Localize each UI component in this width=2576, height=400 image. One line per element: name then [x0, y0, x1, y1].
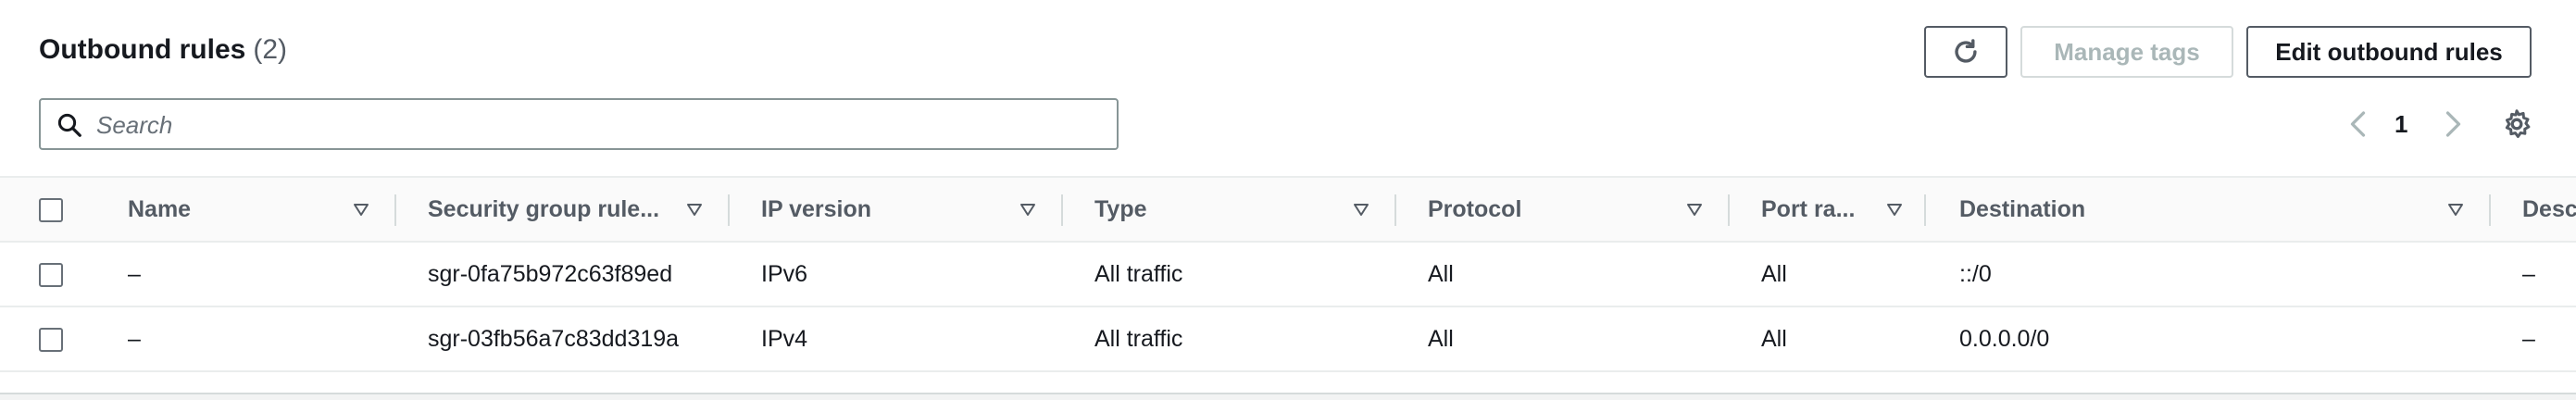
table-row[interactable]: – sgr-0fa75b972c63f89ed IPv6 All traffic… [0, 243, 2576, 307]
panel-title-text: Outbound rules [39, 34, 246, 65]
rules-count: (2) [253, 34, 287, 65]
sort-triangle-icon[interactable] [352, 200, 370, 219]
cell-port-range: All [1761, 325, 1787, 352]
column-header-name[interactable]: Name [128, 178, 341, 241]
column-header-description[interactable]: Desc [2522, 178, 2576, 241]
sort-triangle-icon[interactable] [1685, 200, 1704, 219]
column-header-security-group-rule[interactable]: Security group rule... [428, 178, 659, 241]
column-header-port-range[interactable]: Port ra... [1761, 178, 1872, 241]
column-header-protocol[interactable]: Protocol [1428, 178, 1659, 241]
column-divider[interactable] [1394, 194, 1396, 226]
cell-ip-version: IPv4 [761, 325, 808, 352]
page-number[interactable]: 1 [2395, 109, 2407, 139]
search-input[interactable] [94, 107, 1107, 143]
table-row[interactable]: – sgr-03fb56a7c83dd319a IPv4 All traffic… [0, 307, 2576, 372]
cell-destination: 0.0.0.0/0 [1959, 325, 2050, 352]
column-header-ip-version[interactable]: IP version [761, 178, 993, 241]
column-header-type[interactable]: Type [1094, 178, 1326, 241]
cell-name: – [128, 325, 141, 352]
table-header: Name Security group rule... IP version T… [0, 176, 2576, 243]
manage-tags-button[interactable]: Manage tags [2020, 26, 2233, 78]
search-icon [57, 113, 81, 137]
cell-description: – [2522, 260, 2535, 287]
column-header-destination[interactable]: Destination [1959, 178, 2330, 241]
cell-protocol: All [1428, 325, 1454, 352]
column-divider[interactable] [2489, 194, 2491, 226]
sort-triangle-icon[interactable] [1885, 200, 1904, 219]
column-divider[interactable] [1924, 194, 1926, 226]
search-box[interactable] [39, 98, 1119, 150]
column-divider[interactable] [728, 194, 730, 226]
outbound-rules-table: Name Security group rule... IP version T… [0, 176, 2576, 372]
refresh-icon [1955, 39, 1977, 63]
cell-type: All traffic [1094, 325, 1183, 352]
cell-description: – [2522, 325, 2535, 352]
edit-outbound-rules-button[interactable]: Edit outbound rules [2246, 26, 2532, 78]
sort-triangle-icon[interactable] [1352, 200, 1370, 219]
select-all-checkbox[interactable] [39, 198, 63, 222]
gear-icon[interactable] [2500, 107, 2533, 141]
sort-triangle-icon[interactable] [1019, 200, 1037, 219]
cell-name: – [128, 260, 141, 287]
panel-title: Outbound rules (2) [39, 33, 287, 67]
cell-security-group-rule-id: sgr-0fa75b972c63f89ed [428, 260, 673, 287]
row-checkbox[interactable] [39, 263, 63, 287]
cell-ip-version: IPv6 [761, 260, 808, 287]
cell-security-group-rule-id: sgr-03fb56a7c83dd319a [428, 325, 680, 352]
cell-protocol: All [1428, 260, 1454, 287]
row-checkbox[interactable] [39, 328, 63, 352]
column-divider[interactable] [1728, 194, 1730, 226]
cell-destination: ::/0 [1959, 260, 1992, 287]
cell-type: All traffic [1094, 260, 1183, 287]
column-divider[interactable] [1061, 194, 1063, 226]
sort-triangle-icon[interactable] [2446, 200, 2465, 219]
cell-port-range: All [1761, 260, 1787, 287]
chevron-left-icon[interactable] [2343, 107, 2376, 141]
outbound-rules-panel: Outbound rules (2) Manage tags Edit outbo… [0, 0, 2576, 394]
sort-triangle-icon[interactable] [685, 200, 704, 219]
column-divider[interactable] [394, 194, 396, 226]
chevron-right-icon[interactable] [2435, 107, 2469, 141]
refresh-button[interactable] [1924, 26, 2007, 78]
